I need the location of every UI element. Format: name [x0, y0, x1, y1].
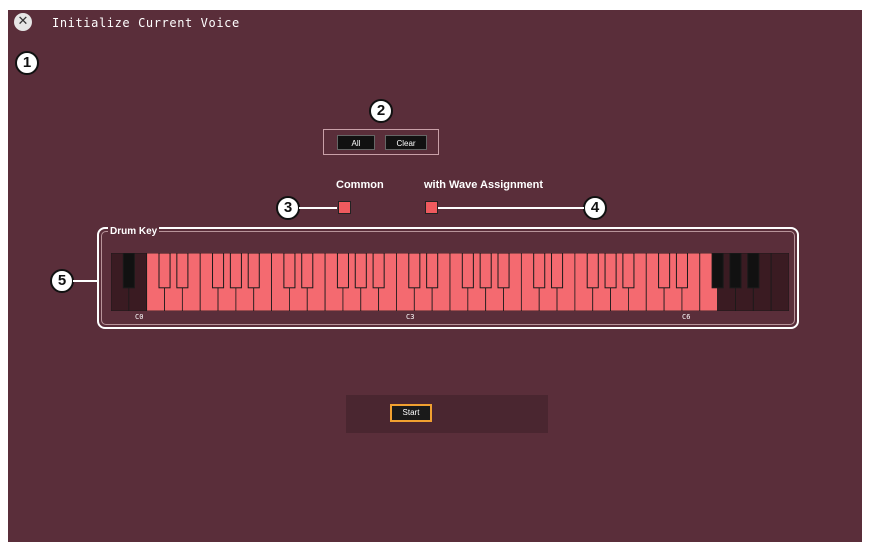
black-key[interactable]	[604, 253, 617, 289]
common-label: Common	[336, 179, 384, 191]
black-key[interactable]	[551, 253, 564, 289]
black-key[interactable]	[354, 253, 367, 289]
black-key[interactable]	[176, 253, 189, 289]
drum-keyboard[interactable]	[111, 253, 789, 311]
octave-label-c0: C0	[135, 313, 144, 321]
drum-key-label: Drum Key	[108, 226, 160, 237]
drum-key-frame: Drum Key C0 C3 C6	[97, 226, 799, 329]
black-key[interactable]	[301, 253, 314, 289]
black-key[interactable]	[497, 253, 510, 289]
close-icon[interactable]: ✕	[14, 13, 32, 31]
clear-button[interactable]: Clear	[385, 135, 427, 150]
callout-4-leader	[436, 207, 584, 209]
black-key[interactable]	[212, 253, 225, 289]
callout-3: 3	[276, 196, 300, 220]
callout-1: 1	[15, 51, 39, 75]
title-bar: ✕ Initialize Current Voice	[8, 10, 862, 38]
black-key[interactable]	[336, 253, 349, 289]
octave-label-c6: C6	[682, 313, 691, 321]
callout-5: 5	[50, 269, 74, 293]
black-key[interactable]	[461, 253, 474, 289]
black-key[interactable]	[283, 253, 296, 289]
callout-2: 2	[369, 99, 393, 123]
callout-5-leader	[73, 280, 98, 282]
black-key[interactable]	[372, 253, 385, 289]
wave-assignment-label: with Wave Assignment	[424, 179, 543, 191]
black-key[interactable]	[122, 253, 135, 289]
black-key[interactable]	[658, 253, 671, 289]
wave-assignment-checkbox[interactable]	[425, 201, 438, 214]
black-key[interactable]	[586, 253, 599, 289]
main-panel: ✕ Initialize Current Voice 1 2 3 4 5 6 A…	[8, 10, 862, 542]
black-key[interactable]	[408, 253, 421, 289]
black-key[interactable]	[533, 253, 546, 289]
black-key[interactable]	[479, 253, 492, 289]
black-key[interactable]	[426, 253, 439, 289]
callout-3-leader	[299, 207, 337, 209]
callout-4: 4	[583, 196, 607, 220]
black-key[interactable]	[729, 253, 742, 289]
all-button[interactable]: All	[337, 135, 375, 150]
black-key[interactable]	[229, 253, 242, 289]
common-checkbox[interactable]	[338, 201, 351, 214]
black-key[interactable]	[675, 253, 688, 289]
select-button-group: All Clear	[323, 129, 439, 155]
start-button[interactable]: Start	[390, 404, 432, 422]
black-key[interactable]	[158, 253, 171, 289]
octave-label-c3: C3	[406, 313, 415, 321]
start-panel: Start	[346, 395, 548, 433]
black-key[interactable]	[747, 253, 760, 289]
black-key[interactable]	[711, 253, 724, 289]
white-key[interactable]	[770, 253, 789, 311]
black-key[interactable]	[622, 253, 635, 289]
window-title: Initialize Current Voice	[52, 16, 240, 30]
black-key[interactable]	[247, 253, 260, 289]
